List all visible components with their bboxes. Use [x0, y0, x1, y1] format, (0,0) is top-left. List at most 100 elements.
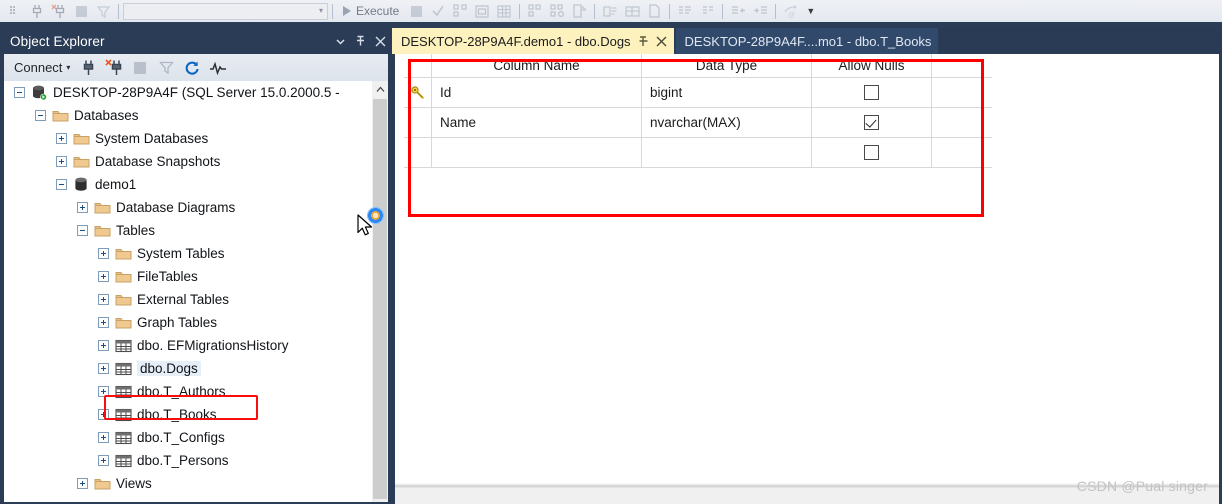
expand-icon[interactable] — [98, 294, 109, 305]
collapse-icon[interactable] — [77, 225, 88, 236]
uncomment-lines-icon[interactable] — [696, 1, 718, 21]
database-icon — [72, 177, 90, 193]
cell-data-type[interactable]: nvarchar(MAX) — [642, 108, 812, 138]
cell-data-type[interactable] — [642, 138, 812, 168]
disconnect-plug-icon[interactable] — [102, 57, 126, 79]
cell-allow-nulls[interactable] — [812, 78, 932, 108]
tree-node-dbo-t-books[interactable]: dbo.T_Books — [4, 403, 388, 426]
tab-close-icon[interactable] — [656, 36, 667, 47]
allow-nulls-checkbox[interactable] — [864, 115, 879, 130]
database-report-icon[interactable] — [568, 1, 590, 21]
close-icon[interactable] — [375, 36, 386, 47]
disconnect-object-explorer-icon[interactable] — [48, 1, 70, 21]
execute-button[interactable]: Execute — [337, 4, 405, 18]
tree-node-dbo-efmigrationshistory[interactable]: dbo. EFMigrationsHistory — [4, 334, 388, 357]
tree-node-database-diagrams[interactable]: Database Diagrams — [4, 196, 388, 219]
tree-node-views[interactable]: Views — [4, 472, 388, 495]
expand-icon[interactable] — [77, 478, 88, 489]
cell-data-type[interactable]: bigint — [642, 78, 812, 108]
expand-icon[interactable] — [98, 363, 109, 374]
expand-icon[interactable] — [77, 202, 88, 213]
auto-hide-pin-icon[interactable] — [355, 35, 366, 47]
include-live-stats-icon[interactable] — [546, 1, 568, 21]
tree-node-external-tables[interactable]: External Tables — [4, 288, 388, 311]
query-options-icon[interactable] — [471, 1, 493, 21]
folder-icon — [72, 154, 90, 170]
expand-icon[interactable] — [98, 317, 109, 328]
cell-column-name[interactable] — [432, 138, 642, 168]
expand-icon[interactable] — [98, 340, 109, 351]
increase-indent-icon[interactable] — [749, 1, 771, 21]
column-grid-row[interactable] — [404, 138, 992, 168]
tree-node-filetables[interactable]: FileTables — [4, 265, 388, 288]
table-icon — [114, 338, 132, 354]
toolbar-overflow-button[interactable]: ▼ — [806, 6, 815, 16]
tree-node-desktop-28p9a4f-sql-server-15-0-2000-5[interactable]: DESKTOP-28P9A4F (SQL Server 15.0.2000.5 … — [4, 81, 388, 104]
object-explorer-tree[interactable]: DESKTOP-28P9A4F (SQL Server 15.0.2000.5 … — [4, 81, 388, 502]
tree-node-dbo-dogs[interactable]: dbo.Dogs — [4, 357, 388, 380]
results-to-grid-icon[interactable] — [493, 1, 515, 21]
scrollbar-thumb[interactable] — [373, 99, 387, 499]
header-spacer — [932, 54, 992, 78]
row-selector-cell[interactable] — [404, 108, 432, 138]
refresh-icon[interactable] — [180, 57, 204, 79]
database-selector-combo[interactable]: ▾ — [123, 2, 328, 20]
tree-node-system-tables[interactable]: System Tables — [4, 242, 388, 265]
allow-nulls-checkbox[interactable] — [864, 145, 879, 160]
stop-icon — [128, 57, 152, 79]
tree-node-dbo-t-authors[interactable]: dbo.T_Authors — [4, 380, 388, 403]
tree-node-dbo-t-configs[interactable]: dbo.T_Configs — [4, 426, 388, 449]
tab-dbo-dogs[interactable]: DESKTOP-28P9A4F.demo1 - dbo.Dogs — [392, 28, 674, 54]
header-key-column — [404, 54, 432, 78]
object-explorer-scrollbar[interactable] — [372, 81, 388, 502]
expand-icon[interactable] — [98, 455, 109, 466]
tree-node-label: Views — [116, 475, 152, 491]
include-actual-plan-icon[interactable] — [524, 1, 546, 21]
column-grid-row[interactable]: Name nvarchar(MAX) — [404, 108, 992, 138]
expand-icon[interactable] — [56, 156, 67, 167]
cell-column-name[interactable]: Name — [432, 108, 642, 138]
tab-pin-icon[interactable] — [638, 35, 649, 47]
expand-icon[interactable] — [98, 271, 109, 282]
primary-key-icon[interactable] — [404, 78, 432, 108]
window-position-chevron-icon[interactable] — [335, 36, 346, 47]
expand-icon[interactable] — [98, 432, 109, 443]
scroll-up-icon[interactable] — [372, 81, 388, 98]
expand-icon[interactable] — [98, 248, 109, 259]
chevron-down-icon: ▾ — [66, 63, 71, 72]
cell-column-name[interactable]: Id — [432, 78, 642, 108]
tree-node-tables[interactable]: Tables — [4, 219, 388, 242]
column-grid-row[interactable]: Id bigint — [404, 78, 992, 108]
display-estimated-plan-icon[interactable] — [449, 1, 471, 21]
expand-icon[interactable] — [56, 133, 67, 144]
decrease-indent-icon[interactable] — [727, 1, 749, 21]
connect-button[interactable]: Connect ▾ — [12, 59, 74, 76]
tree-node-databases[interactable]: Databases — [4, 104, 388, 127]
activity-monitor-icon[interactable] — [206, 57, 230, 79]
comment-lines-icon[interactable] — [674, 1, 696, 21]
cell-allow-nulls[interactable] — [812, 138, 932, 168]
tree-node-graph-tables[interactable]: Graph Tables — [4, 311, 388, 334]
parse-check-icon[interactable] — [427, 1, 449, 21]
allow-nulls-checkbox[interactable] — [864, 85, 879, 100]
tree-node-system-databases[interactable]: System Databases — [4, 127, 388, 150]
tree-node-database-snapshots[interactable]: Database Snapshots — [4, 150, 388, 173]
connect-plug-icon[interactable] — [76, 57, 100, 79]
collapse-icon[interactable] — [14, 87, 25, 98]
results-to-grid2-icon[interactable] — [621, 1, 643, 21]
tree-node-demo1[interactable]: demo1 — [4, 173, 388, 196]
collapse-icon[interactable] — [56, 179, 67, 190]
stop-icon — [70, 1, 92, 21]
results-to-text-icon[interactable] — [599, 1, 621, 21]
expand-icon[interactable] — [98, 386, 109, 397]
sql-connect-icon[interactable] — [4, 1, 26, 21]
results-to-file-icon[interactable] — [643, 1, 665, 21]
tree-node-dbo-t-persons[interactable]: dbo.T_Persons — [4, 449, 388, 472]
collapse-icon[interactable] — [35, 110, 46, 121]
ssms-window: ▾ Execute @ ▼ Object Explorer Connect ▾ … — [0, 0, 1222, 504]
cell-allow-nulls[interactable] — [812, 108, 932, 138]
tab-dbo-t-books[interactable]: DESKTOP-28P9A4F....mo1 - dbo.T_Books — [675, 28, 939, 54]
row-selector-cell[interactable] — [404, 138, 432, 168]
connect-object-explorer-icon[interactable] — [26, 1, 48, 21]
expand-icon[interactable] — [98, 409, 109, 420]
